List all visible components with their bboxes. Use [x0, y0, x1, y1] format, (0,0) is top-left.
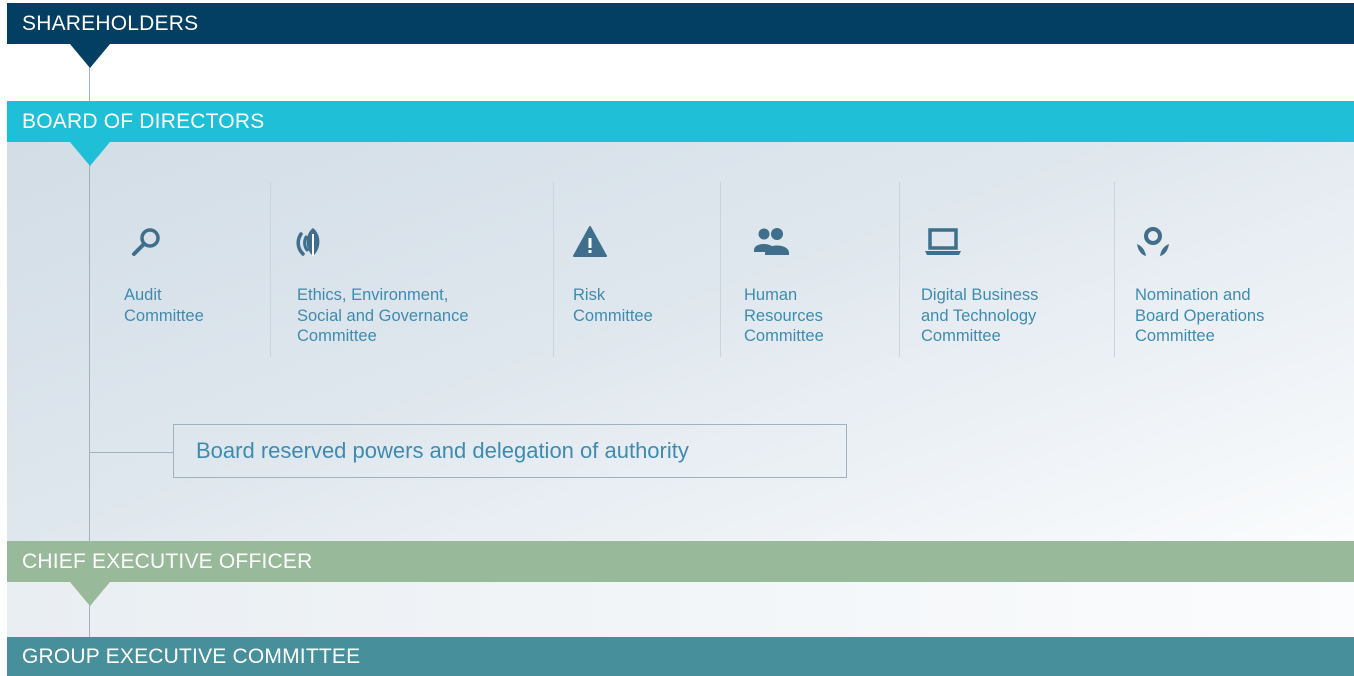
- people-icon: [754, 228, 789, 255]
- ceo-panel: [7, 582, 1354, 637]
- board-of-directors-bar: BOARD OF DIRECTORS: [7, 101, 1354, 142]
- group-executive-committee-bar: GROUP EXECUTIVE COMMITTEE: [7, 637, 1354, 676]
- shareholders-bar: SHAREHOLDERS: [7, 3, 1354, 44]
- arrow-down-icon: [70, 44, 110, 68]
- leaf-icon: [296, 228, 320, 256]
- committee-label: Nomination and Board Operations Committe…: [1135, 286, 1265, 345]
- committee-audit: Audit Committee: [113, 182, 270, 357]
- committee-label: Audit Committee: [124, 286, 204, 325]
- committee-label: Digital Business and Technology Committe…: [921, 286, 1039, 345]
- committee-human-resources: Human Resources Committee: [720, 182, 899, 357]
- reserved-powers-box: Board reserved powers and delegation of …: [173, 424, 847, 478]
- connector-line: [89, 142, 90, 541]
- connector-line: [89, 452, 173, 453]
- arrow-down-icon: [70, 582, 110, 606]
- ceo-bar: CHIEF EXECUTIVE OFFICER: [7, 541, 1354, 582]
- laptop-icon: [925, 228, 961, 255]
- committee-digital-business: Digital Business and Technology Committe…: [899, 182, 1114, 357]
- committee-label: Ethics, Environment, Social and Governan…: [297, 286, 469, 345]
- arrow-down-icon: [70, 142, 110, 166]
- committee-label: Human Resources Committee: [744, 286, 824, 345]
- committee-risk: Risk Committee: [553, 182, 720, 357]
- nomination-icon: [1137, 227, 1169, 256]
- committee-nomination: Nomination and Board Operations Committe…: [1114, 182, 1354, 357]
- committee-ethics: Ethics, Environment, Social and Governan…: [270, 182, 553, 357]
- committee-label: Risk Committee: [573, 286, 653, 325]
- warning-icon: [573, 226, 607, 257]
- magnifier-icon: [132, 228, 160, 256]
